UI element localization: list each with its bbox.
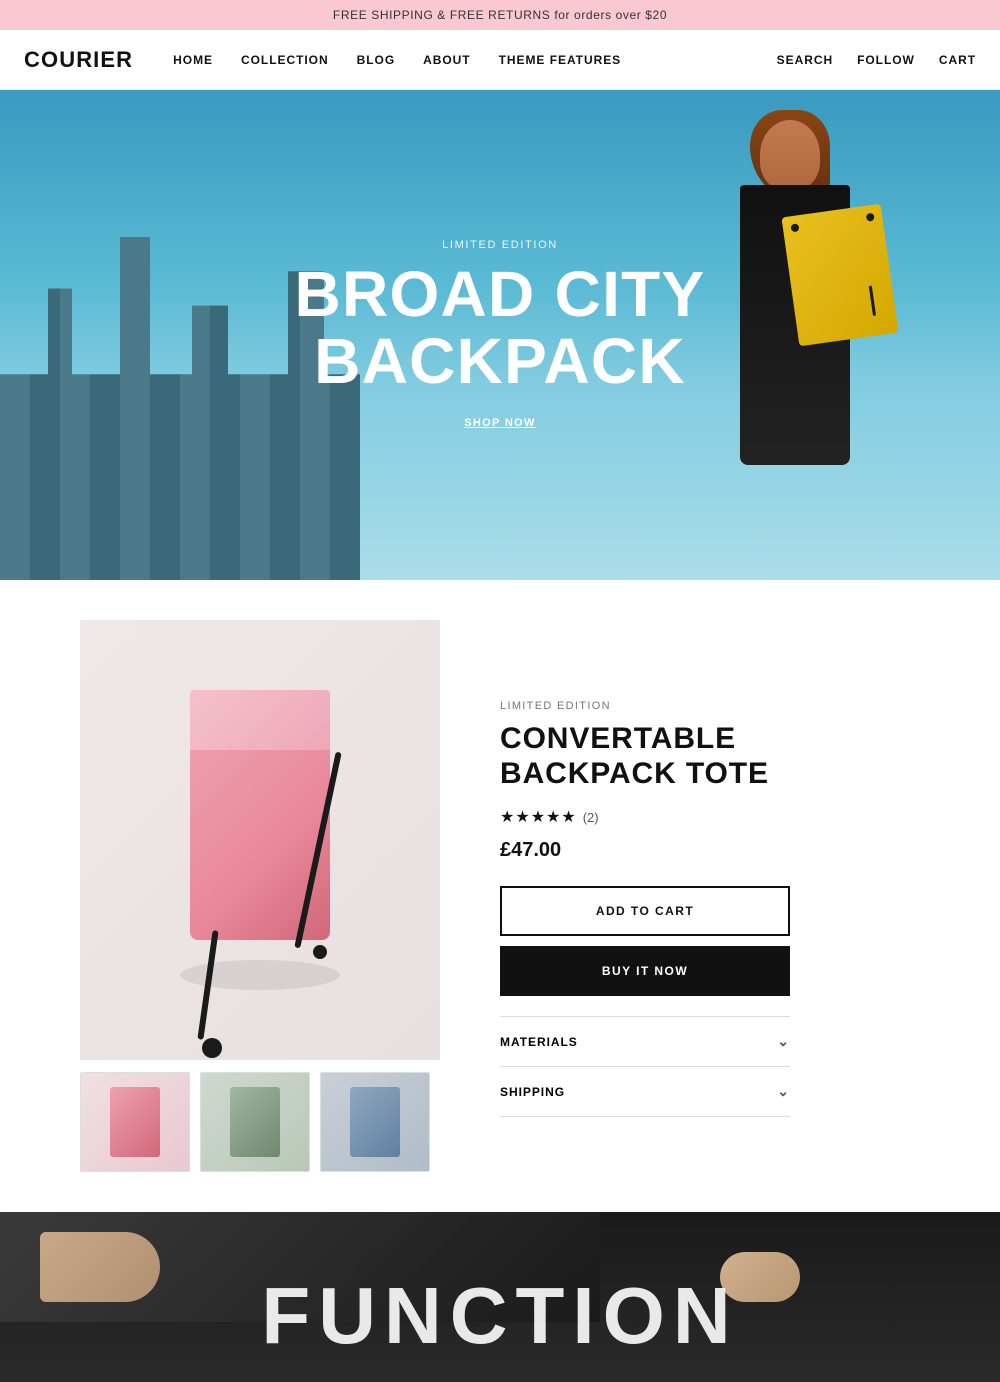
hero-section: LIMITED EDITION BROAD CITY BACKPACK SHOP…	[0, 90, 1000, 580]
product-main-image	[80, 620, 440, 1060]
nav-about[interactable]: ABOUT	[423, 53, 470, 67]
product-price: £47.00	[500, 839, 920, 862]
thumbnail-2[interactable]	[200, 1072, 310, 1172]
product-rating: ★★★★★ (2)	[500, 807, 920, 827]
hero-content: LIMITED EDITION BROAD CITY BACKPACK SHOP…	[294, 239, 705, 431]
hero-badge: LIMITED EDITION	[294, 239, 705, 251]
nav-blog[interactable]: BLOG	[357, 53, 396, 67]
thumbnail-3[interactable]	[320, 1072, 430, 1172]
backpack-top	[190, 690, 330, 750]
hero-title: BROAD CITY BACKPACK	[294, 261, 705, 395]
cart-link[interactable]: CART	[939, 53, 976, 67]
announcement-bar: FREE SHIPPING & FREE RETURNS for orders …	[0, 0, 1000, 30]
product-images	[80, 620, 440, 1172]
thumb-bag-3	[350, 1087, 400, 1157]
product-section: LIMITED EDITION CONVERTABLE BACKPACK TOT…	[0, 580, 1000, 1212]
nav-collection[interactable]: COLLECTION	[241, 53, 329, 67]
shipping-chevron-icon: ⌄	[777, 1083, 790, 1100]
shipping-label: SHIPPING	[500, 1085, 565, 1099]
materials-accordion: MATERIALS ⌄	[500, 1016, 790, 1066]
site-logo[interactable]: COURIER	[24, 47, 133, 73]
hero-shop-link[interactable]: SHOP NOW	[464, 417, 535, 429]
thumb-bag-1	[110, 1087, 160, 1157]
backpack-illustration	[160, 690, 360, 990]
hero-title-line2: BACKPACK	[314, 325, 686, 397]
nav-theme-features[interactable]: THEME FEATURES	[499, 53, 622, 67]
materials-chevron-icon: ⌄	[777, 1033, 790, 1050]
shipping-accordion: SHIPPING ⌄	[500, 1066, 790, 1117]
follow-link[interactable]: FOLLOW	[857, 53, 915, 67]
nav-home[interactable]: HOME	[173, 53, 213, 67]
hero-title-line1: BROAD CITY	[294, 258, 705, 330]
site-header: COURIER HOME COLLECTION BLOG ABOUT THEME…	[0, 30, 1000, 90]
review-count: (2)	[583, 810, 599, 825]
product-thumbnails	[80, 1072, 440, 1172]
thumb-bag-2	[230, 1087, 280, 1157]
product-stars: ★★★★★	[500, 807, 577, 827]
backpack-clasp	[313, 945, 327, 959]
backpack-knot	[202, 1038, 222, 1058]
product-title: CONVERTABLE BACKPACK TOTE	[500, 722, 920, 791]
bottom-section-heading: FUNCTION	[261, 1270, 738, 1362]
search-link[interactable]: SEARCH	[777, 53, 833, 67]
announcement-text: FREE SHIPPING & FREE RETURNS for orders …	[333, 8, 667, 22]
backpack-body	[190, 720, 330, 940]
buy-now-button[interactable]: BUY IT NOW	[500, 946, 790, 996]
main-nav: HOME COLLECTION BLOG ABOUT THEME FEATURE…	[173, 53, 776, 67]
product-badge: LIMITED EDITION	[500, 700, 920, 712]
header-right: SEARCH FOLLOW CART	[777, 53, 976, 67]
shipping-accordion-header[interactable]: SHIPPING ⌄	[500, 1067, 790, 1116]
materials-label: MATERIALS	[500, 1035, 578, 1049]
materials-accordion-header[interactable]: MATERIALS ⌄	[500, 1017, 790, 1066]
add-to-cart-button[interactable]: ADD TO CART	[500, 886, 790, 936]
product-info: LIMITED EDITION CONVERTABLE BACKPACK TOT…	[500, 620, 920, 1172]
bottom-section: FUNCTION	[0, 1212, 1000, 1382]
thumbnail-1[interactable]	[80, 1072, 190, 1172]
